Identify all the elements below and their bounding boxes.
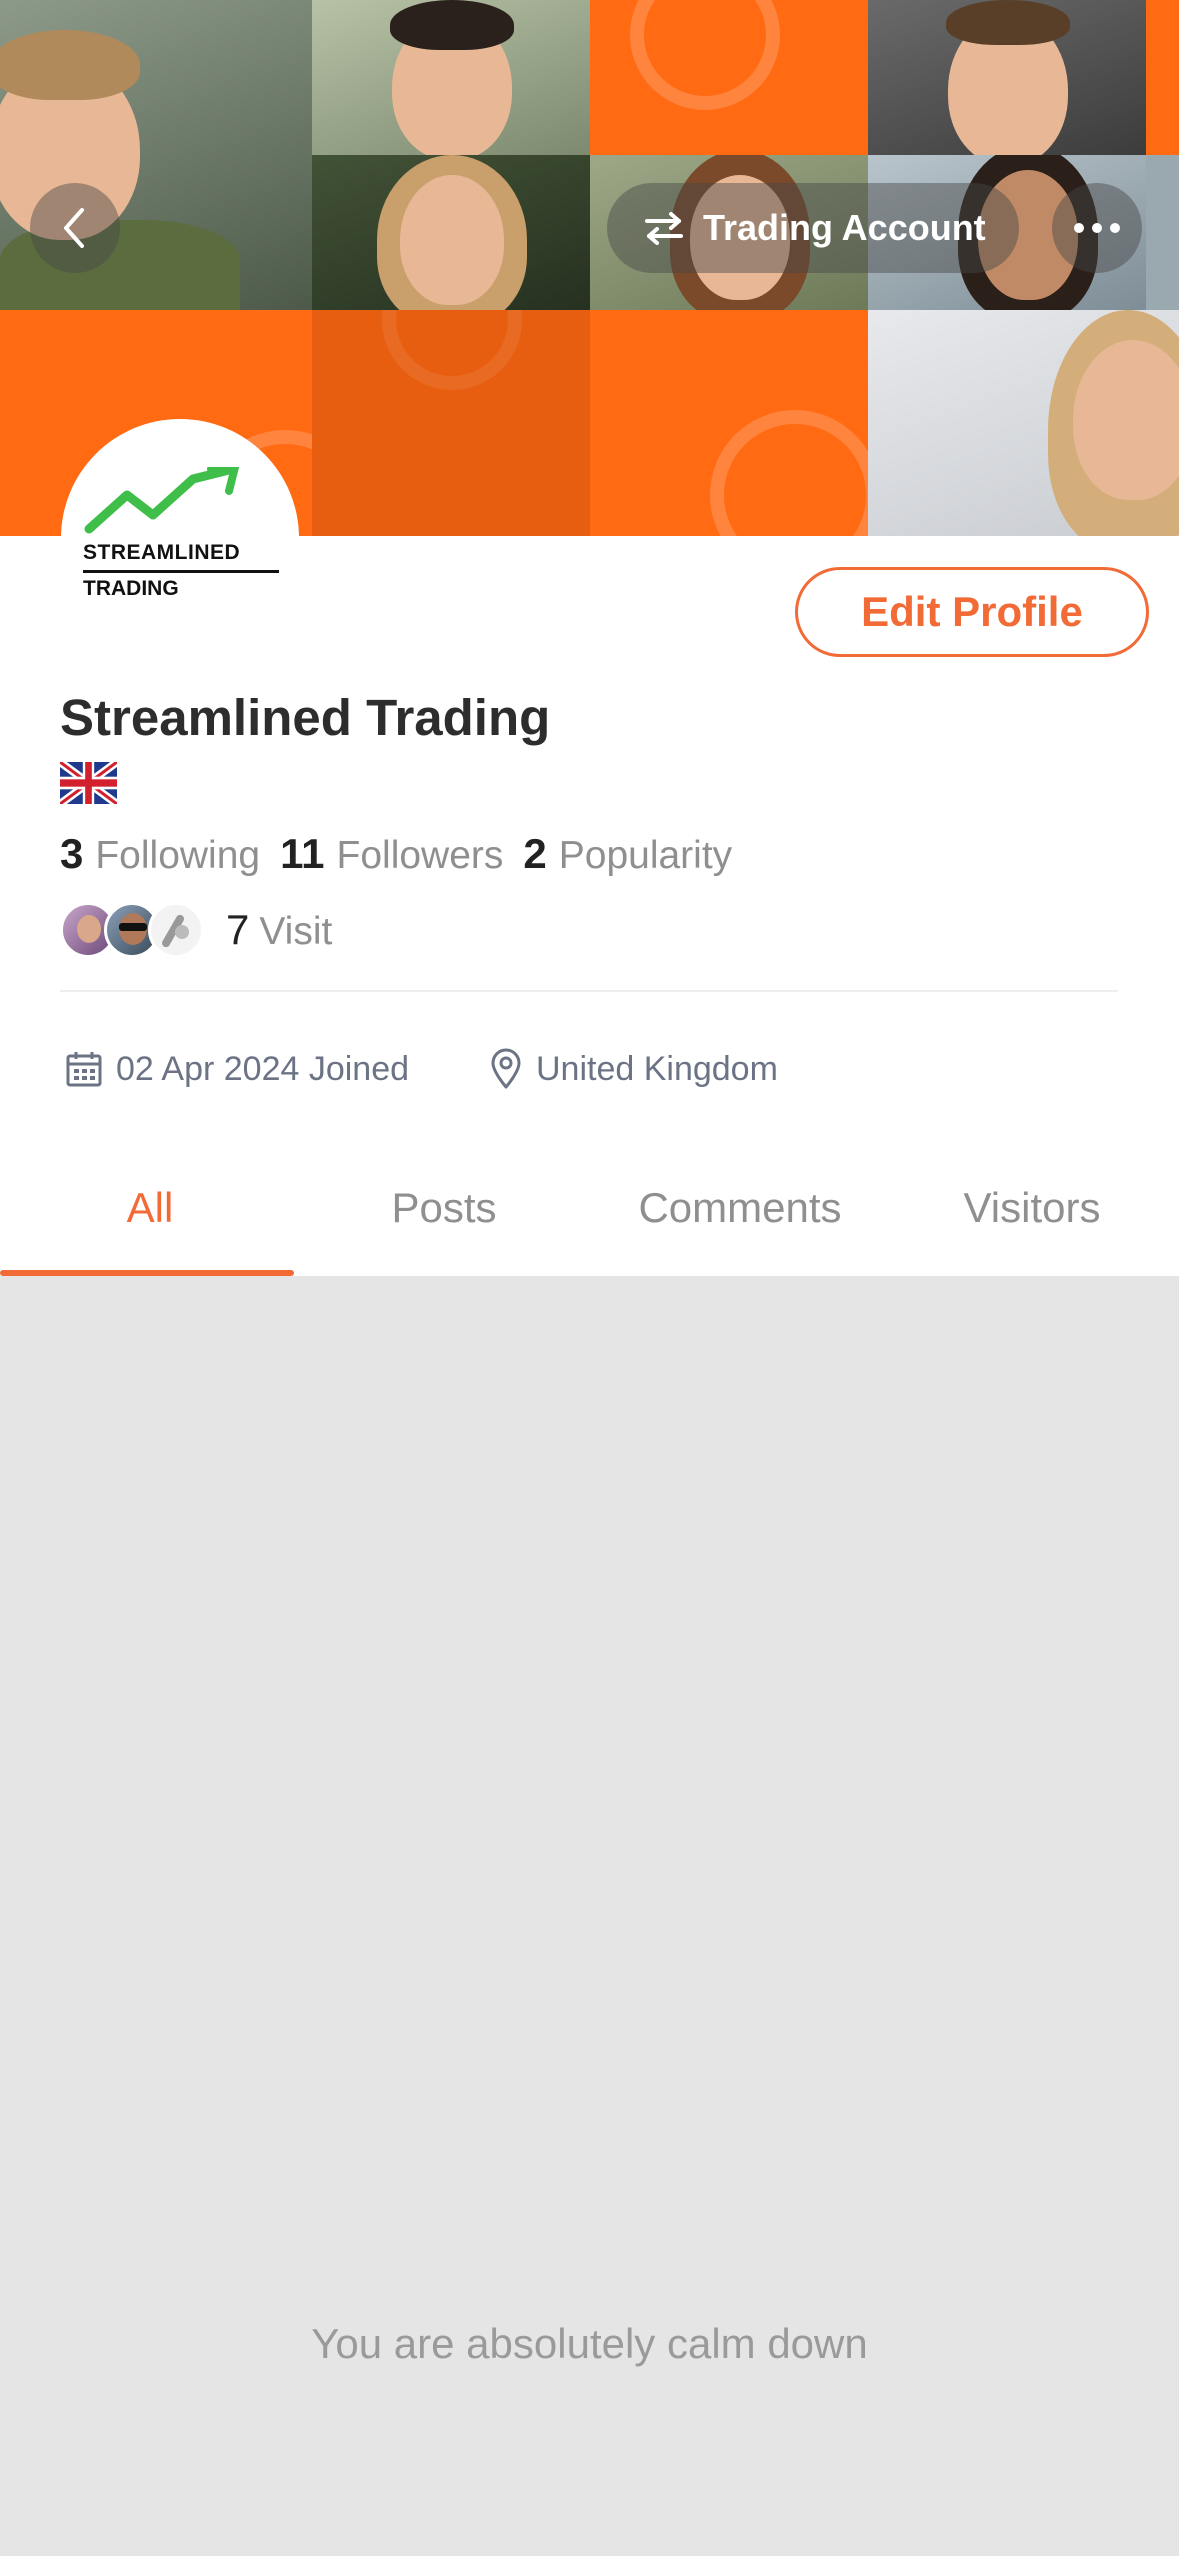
back-button[interactable]: [30, 183, 120, 273]
visitors-row[interactable]: 7 Visit: [60, 900, 332, 960]
logo-text-line2: TRADING: [83, 577, 179, 600]
cover-orange-tile: [1146, 0, 1179, 155]
cover-photo-woman-laughing: [868, 310, 1179, 536]
profile-divider: [60, 990, 1118, 992]
tab-comments[interactable]: Comments: [590, 1140, 890, 1276]
logo-text-line1: STREAMLINED: [83, 541, 241, 564]
active-tab-indicator: [0, 1270, 294, 1276]
cover-orange-tile: [590, 310, 868, 536]
tab-visitors[interactable]: Visitors: [885, 1140, 1179, 1276]
popularity-label: Popularity: [558, 834, 733, 877]
empty-state-message: You are absolutely calm down: [311, 2320, 868, 2367]
cover-orange-tile: [590, 0, 868, 155]
visit-count-text: 7 Visit: [226, 906, 332, 954]
cover-orange-tile: [312, 310, 590, 536]
logo-divider: [83, 570, 279, 573]
profile-avatar[interactable]: STREAMLINED TRADING: [61, 419, 299, 657]
cover-photo-woman-blonde: [312, 155, 590, 310]
more-dots-icon: [1074, 223, 1120, 233]
followers-label[interactable]: Followers: [337, 834, 504, 878]
visitor-avatar: [148, 902, 204, 958]
visit-label: Visit: [259, 910, 333, 953]
edit-profile-button[interactable]: Edit Profile: [795, 567, 1149, 657]
cover-photo-edge: [1146, 155, 1179, 310]
visit-count: 7: [226, 906, 250, 953]
profile-stats: 3 Following 11 Followers 2 Popularity: [60, 830, 752, 878]
profile-name: Streamlined Trading: [60, 689, 551, 746]
trading-account-switch[interactable]: Trading Account: [607, 183, 1019, 273]
calendar-icon: [66, 1052, 102, 1087]
uk-flag-icon: [60, 762, 117, 804]
profile-tabs: All Posts Comments Visitors: [0, 1140, 1179, 1276]
trading-account-label: Trading Account: [703, 207, 986, 248]
cover-photo-man-portrait: [868, 0, 1146, 155]
tab-posts[interactable]: Posts: [294, 1140, 594, 1276]
trend-line-logo-icon: [84, 467, 239, 534]
chevron-left-icon: [64, 208, 84, 248]
popularity-count: 2: [523, 830, 547, 877]
cover-photo-man-smiling: [312, 0, 590, 155]
location: United Kingdom: [488, 1044, 778, 1094]
joined-date: 02 Apr 2024 Joined: [64, 1044, 409, 1094]
map-pin-icon: [491, 1048, 521, 1089]
tab-all[interactable]: All: [0, 1140, 300, 1276]
more-options-button[interactable]: [1052, 183, 1142, 273]
swap-arrows-icon: [645, 212, 683, 245]
joined-date-text: 02 Apr 2024 Joined: [116, 1049, 410, 1088]
location-text: United Kingdom: [536, 1049, 778, 1088]
following-label[interactable]: Following: [95, 834, 260, 878]
following-count[interactable]: 3: [60, 830, 83, 878]
followers-count[interactable]: 11: [280, 830, 324, 878]
